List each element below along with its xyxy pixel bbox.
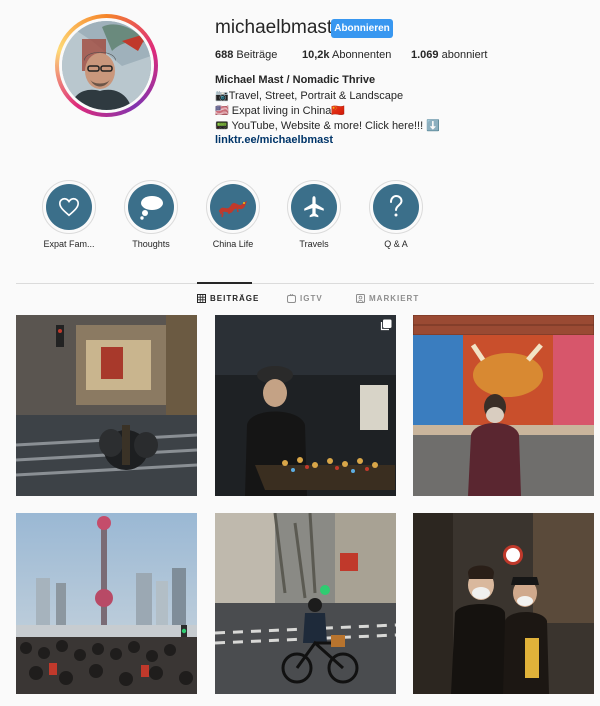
post-mural-woman-mask[interactable] <box>413 315 594 496</box>
highlight-travels[interactable]: Travels <box>284 180 344 249</box>
following-stat[interactable]: 1.069 abonniert <box>411 49 487 61</box>
highlight-thoughts[interactable]: Thoughts <box>121 180 181 249</box>
tab-igtv[interactable]: IGTV <box>287 294 323 303</box>
highlight-china-life[interactable]: China Life <box>203 180 263 249</box>
tabs-divider <box>16 283 594 284</box>
tab-label: IGTV <box>300 294 323 303</box>
highlight-label: Travels <box>299 239 329 249</box>
avatar[interactable] <box>55 14 158 117</box>
heart-icon <box>59 197 79 217</box>
grid-icon <box>197 294 206 303</box>
posts-label: Beiträge <box>236 49 278 61</box>
bio-line: 🇺🇸 Expat living in China🇨🇳 <box>215 105 346 117</box>
tab-tagged[interactable]: MARKIERT <box>356 294 419 303</box>
followers-label: Abonnenten <box>331 49 392 61</box>
post-street-vendor-night[interactable] <box>215 315 396 496</box>
bio-line: 📷Travel, Street, Portrait & Landscape <box>215 90 404 102</box>
posts-stat: 688 Beiträge <box>215 49 277 61</box>
post-masked-couple[interactable] <box>413 513 594 694</box>
bio-link[interactable]: linktr.ee/michaelbmast <box>215 134 333 146</box>
tab-posts[interactable]: BEITRÄGE <box>197 294 259 303</box>
followers-count: 10,2k <box>302 49 330 61</box>
highlight-label: Thoughts <box>132 239 170 249</box>
bio-full-name: Michael Mast / Nomadic Thrive <box>215 74 376 86</box>
avatar-photo <box>62 21 151 110</box>
tagged-icon <box>356 294 365 303</box>
tab-label: BEITRÄGE <box>210 294 260 303</box>
followers-stat[interactable]: 10,2k Abonnenten <box>302 49 391 61</box>
following-count: 1.069 <box>411 49 439 61</box>
highlight-label: Q & A <box>384 239 408 249</box>
follow-button[interactable]: Abonnieren <box>331 19 393 38</box>
highlight-expat-family[interactable]: Expat Fam... <box>39 180 99 249</box>
airplane-icon <box>304 196 324 218</box>
highlight-label: China Life <box>212 239 254 249</box>
username: michaelbmast <box>215 17 333 38</box>
question-icon <box>390 194 403 217</box>
carousel-badge <box>380 319 392 331</box>
carousel-icon <box>380 319 392 331</box>
thought-bubble-icon <box>140 196 163 220</box>
post-oriental-pearl-tower-crowd[interactable] <box>16 513 197 694</box>
bio-line: 📟 YouTube, Website & more! Click here!!!… <box>215 120 440 132</box>
active-tab-indicator <box>197 282 252 284</box>
highlight-label: Expat Fam... <box>43 239 95 249</box>
highlight-q-and-a[interactable]: Q & A <box>366 180 426 249</box>
following-label: abonniert <box>441 49 488 61</box>
igtv-icon <box>287 294 296 303</box>
post-gucci-street-crossing[interactable] <box>16 315 197 496</box>
post-cyclist-street[interactable] <box>215 513 396 694</box>
dragon-icon <box>219 201 247 218</box>
posts-count: 688 <box>215 49 234 61</box>
tab-label: MARKIERT <box>369 294 420 303</box>
